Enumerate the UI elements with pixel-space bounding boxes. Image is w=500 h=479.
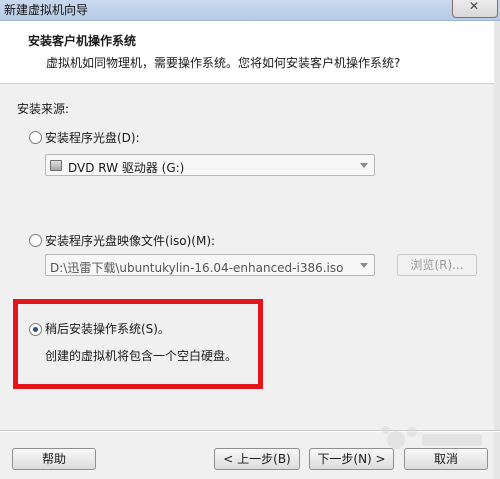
disc-drive-value: DVD RW 驱动器 (G:)	[68, 161, 185, 175]
watermark-logo	[382, 426, 482, 449]
back-button[interactable]: < 上一步(B)	[214, 448, 300, 470]
title-bar: 新建虚拟机向导 ✕	[0, 0, 500, 21]
close-button[interactable]: ✕	[452, 0, 498, 18]
install-source-label: 安装来源:	[17, 102, 70, 116]
help-button[interactable]: 帮助	[12, 448, 96, 470]
close-icon: ✕	[469, 0, 480, 13]
disc-drive-select[interactable]: DVD RW 驱动器 (G:)	[45, 154, 375, 176]
iso-path-combo[interactable]: D:\迅雷下载\ubuntukylin-16.04-enhanced-i386.…	[45, 254, 375, 276]
wizard-header: 安装客户机操作系统 虚拟机如同物理机，需要操作系统。您将如何安装客户机操作系统?	[0, 21, 500, 84]
dvd-drive-icon	[50, 160, 62, 171]
radio-iso-file-label[interactable]: 安装程序光盘映像文件(iso)(M):	[45, 232, 215, 249]
browse-button[interactable]: 浏览(R)...	[397, 254, 477, 276]
window-title: 新建虚拟机向导	[4, 3, 89, 17]
highlight-annotation	[13, 299, 263, 389]
chevron-down-icon	[360, 163, 368, 168]
iso-path-value: D:\迅雷下载\ubuntukylin-16.04-enhanced-i386.…	[50, 261, 344, 275]
page-subtitle: 虚拟机如同物理机，需要操作系统。您将如何安装客户机操作系统?	[46, 56, 401, 70]
page-title: 安装客户机操作系统	[28, 34, 137, 48]
window-edge	[494, 21, 500, 479]
radio-iso-file[interactable]	[29, 234, 42, 247]
radio-installer-disc-label[interactable]: 安装程序光盘(D):	[45, 129, 140, 146]
radio-installer-disc[interactable]	[29, 131, 42, 144]
chevron-down-icon	[360, 263, 368, 268]
